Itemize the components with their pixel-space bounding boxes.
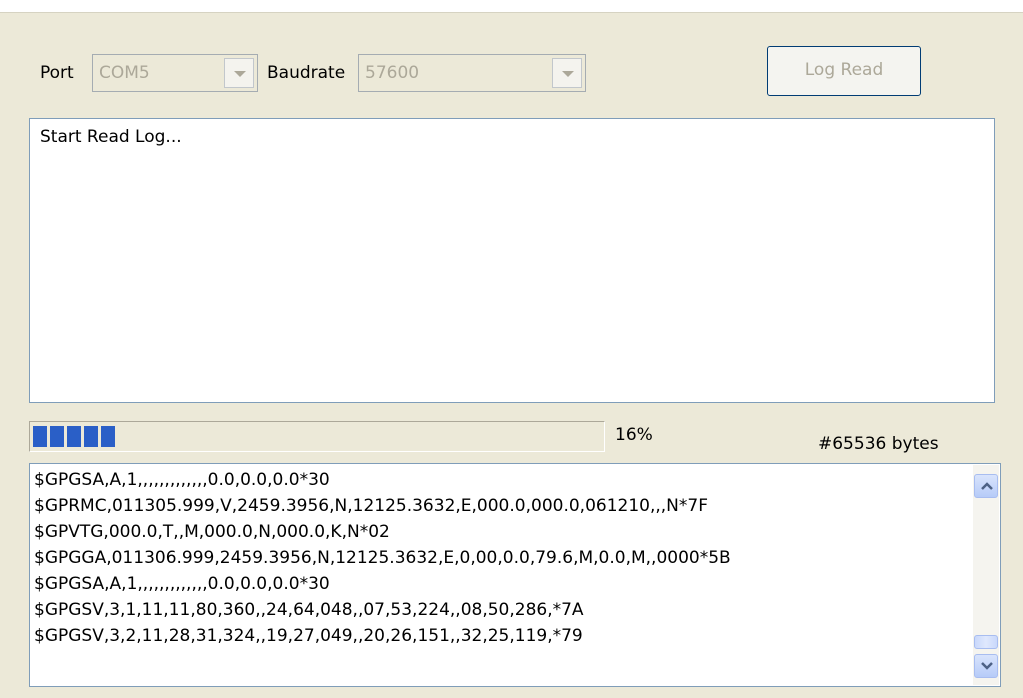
progress-block (67, 426, 81, 447)
port-select[interactable]: COM5 (92, 54, 258, 92)
status-textbox[interactable]: Start Read Log... (29, 118, 995, 403)
log-lines: $GPGSA,A,1,,,,,,,,,,,,,0.0,0.0,0.0*30 $GP… (34, 467, 970, 649)
status-text: Start Read Log... (40, 127, 182, 147)
baudrate-label: Baudrate (267, 63, 346, 83)
log-line: $GPGSV,3,1,11,11,80,360,,24,64,048,,07,5… (34, 600, 584, 620)
log-read-button[interactable]: Log Read (767, 46, 921, 96)
port-label: Port (40, 63, 74, 83)
chevron-up-icon[interactable] (974, 474, 998, 498)
log-line: $GPVTG,000.0,T,,M,000.0,N,000.0,K,N*02 (34, 522, 390, 542)
dropdown-arrow-icon[interactable] (224, 58, 254, 88)
progress-fill (33, 426, 124, 447)
progress-block (84, 426, 98, 447)
dropdown-arrow-icon[interactable] (552, 58, 582, 88)
log-line: $GPGGA,011306.999,2459.3956,N,12125.3632… (34, 548, 731, 568)
progress-block (50, 426, 64, 447)
baudrate-value: 57600 (365, 63, 420, 83)
chevron-down-icon[interactable] (974, 654, 998, 678)
nmea-log-textbox[interactable]: $GPGSA,A,1,,,,,,,,,,,,,0.0,0.0,0.0*30 $GP… (29, 463, 1001, 687)
log-line: $GPRMC,011305.999,V,2459.3956,N,12125.36… (34, 496, 708, 516)
baudrate-select[interactable]: 57600 (358, 54, 586, 92)
log-line: $GPGSA,A,1,,,,,,,,,,,,,0.0,0.0,0.0*30 (34, 470, 330, 490)
progress-percent: 16% (615, 425, 653, 445)
log-line: $GPGSV,3,2,11,28,31,324,,19,27,049,,20,2… (34, 626, 583, 646)
bytes-count: #65536 bytes (818, 434, 939, 454)
vertical-scrollbar[interactable] (973, 465, 999, 685)
window-top-edge (0, 0, 1023, 13)
progress-block (101, 426, 115, 447)
progress-bar (29, 421, 605, 452)
port-value: COM5 (99, 63, 150, 83)
log-line: $GPGSA,A,1,,,,,,,,,,,,,0.0,0.0,0.0*30 (34, 574, 330, 594)
progress-block (33, 426, 47, 447)
scrollbar-thumb[interactable] (974, 635, 998, 649)
